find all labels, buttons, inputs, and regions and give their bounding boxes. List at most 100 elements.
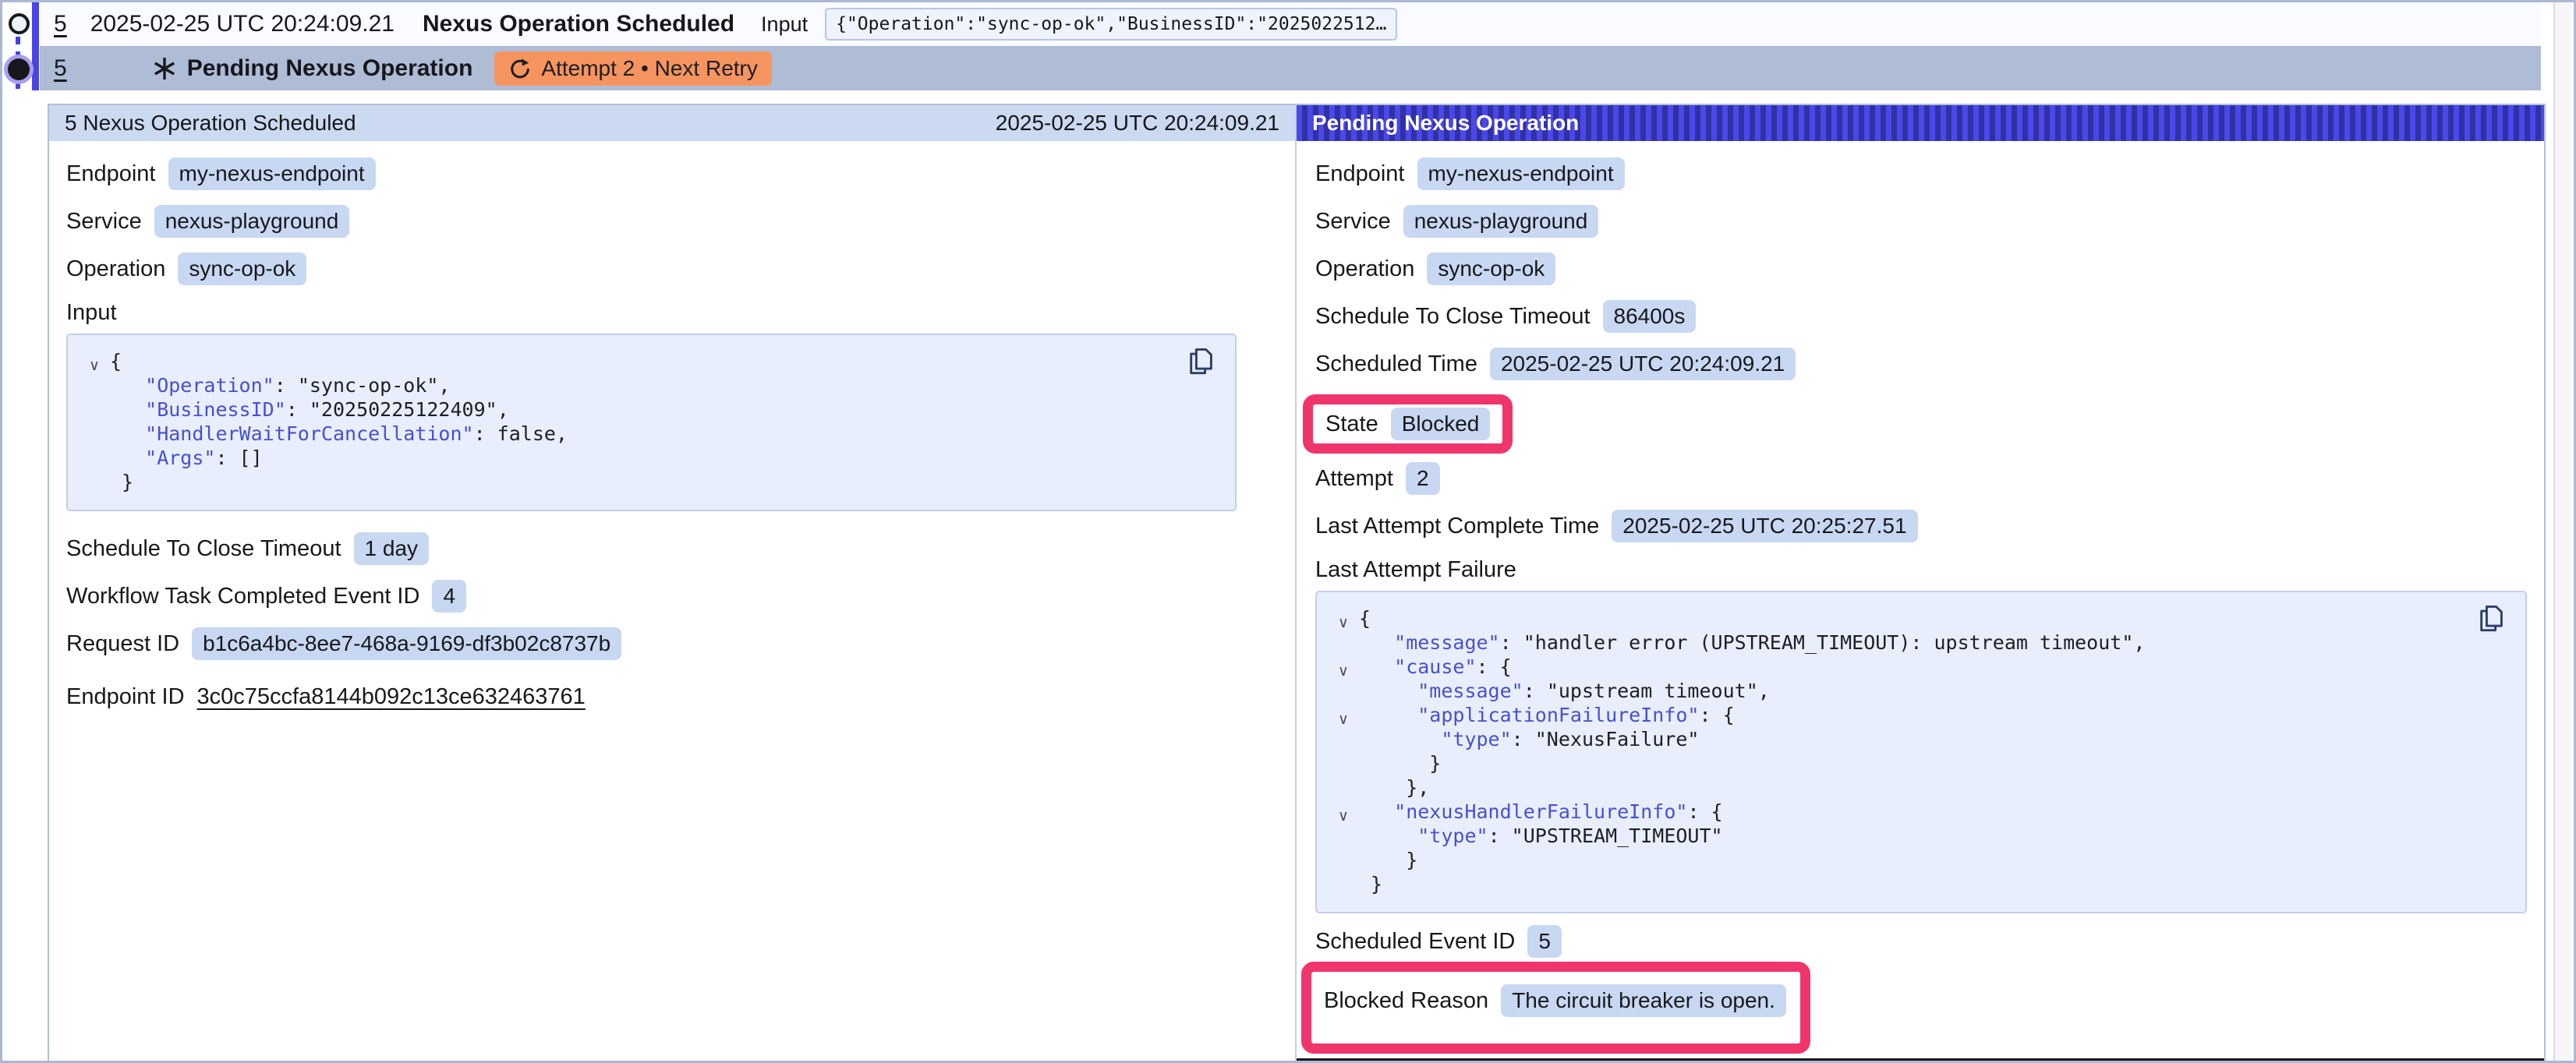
field-value-badge: nexus-playground	[1403, 205, 1599, 238]
pending-operation-panel: Pending Nexus Operation Endpointmy-nexus…	[1297, 105, 2544, 1063]
field-value-badge: nexus-playground	[154, 205, 350, 238]
field-label: Attempt	[1315, 466, 1393, 492]
input-section-label: Input	[66, 299, 1237, 326]
field-row: Workflow Task Completed Event ID 4	[66, 579, 1237, 613]
collapse-chevron-icon[interactable]: ∨	[1328, 708, 1359, 732]
field-value-badge: 1 day	[354, 532, 430, 565]
field-label: Endpoint	[1315, 161, 1405, 187]
field-label: Endpoint	[66, 161, 156, 187]
code-line: }	[79, 470, 1219, 494]
code-gutter	[79, 378, 110, 402]
scheduled-event-id-badge: 5	[1527, 925, 1562, 958]
code-line: "Operation": "sync-op-ok",	[79, 373, 1219, 397]
collapse-chevron-icon[interactable]: ∨	[1328, 611, 1359, 635]
field-value-badge: 2	[1406, 462, 1440, 495]
code-gutter	[1328, 780, 1359, 804]
code-line: "type": "UPSTREAM_TIMEOUT"	[1328, 824, 2510, 848]
field-row: Schedule To Close Timeout 86400s	[1315, 299, 2527, 334]
field-value-badge: sync-op-ok	[1427, 253, 1555, 285]
blocked-reason-row: Blocked Reason The circuit breaker is op…	[1315, 962, 2527, 1054]
code-line: ∨{	[1328, 606, 2510, 630]
field-label: Workflow Task Completed Event ID	[66, 584, 419, 609]
code-gutter	[79, 426, 110, 450]
selected-event-accent-bar	[32, 2, 39, 90]
field-label: Operation	[1315, 256, 1414, 282]
state-value-badge: Blocked	[1391, 408, 1491, 440]
code-gutter	[1328, 635, 1359, 659]
retry-attempt-badge: Attempt 2 • Next Retry	[494, 51, 771, 86]
event-input-preview-chip: {"Operation":"sync-op-ok","BusinessID":"…	[825, 8, 1397, 41]
timeline-open-circle-icon	[9, 13, 30, 34]
field-label: Service	[1315, 209, 1391, 235]
retry-icon	[508, 57, 532, 80]
state-field-row: State Blocked	[1315, 394, 2527, 454]
blocked-reason-highlight-annotation: Blocked Reason The circuit breaker is op…	[1301, 962, 1810, 1054]
scheduled-panel-title: 5 Nexus Operation Scheduled	[65, 111, 356, 136]
field-row: Request IDb1c6a4bc-8ee7-468a-9169-df3b02…	[66, 627, 1237, 661]
field-label: Request ID	[66, 631, 179, 657]
code-gutter	[1328, 732, 1359, 756]
failure-json-viewer: ∨{"message": "handler error (UPSTREAM_TI…	[1315, 591, 2527, 913]
scheduled-event-panel: 5 Nexus Operation Scheduled 2025-02-25 U…	[49, 105, 1297, 1063]
field-value-link[interactable]: 3c0c75ccfa8144b092c13ce632463761	[197, 684, 586, 710]
field-value-badge: 86400s	[1603, 300, 1697, 333]
scheduled-event-panel-header: 5 Nexus Operation Scheduled 2025-02-25 U…	[49, 105, 1295, 141]
code-gutter	[79, 450, 110, 475]
code-line: }	[1328, 848, 2510, 872]
field-label: Last Attempt Complete Time	[1315, 514, 1599, 539]
event-row-pending-nexus-operation[interactable]: 5 Pending Nexus Operation Attempt 2 • Ne…	[40, 46, 2541, 90]
field-row: Last Attempt Complete Time 2025-02-25 UTC…	[1315, 509, 2527, 543]
field-value-badge: my-nexus-endpoint	[168, 157, 376, 190]
field-value-badge: my-nexus-endpoint	[1417, 157, 1625, 190]
collapse-chevron-icon[interactable]: ∨	[79, 354, 110, 378]
code-line: ∨"nexusHandlerFailureInfo": {	[1328, 800, 2510, 824]
field-label: Schedule To Close Timeout	[1315, 304, 1591, 330]
code-line: }	[1328, 751, 2510, 775]
event-details-container: 5 Nexus Operation Scheduled 2025-02-25 U…	[48, 104, 2546, 1063]
field-row: Schedule To Close Timeout 1 day	[66, 532, 1237, 566]
code-line: ∨{	[79, 349, 1219, 373]
scheduled-event-id-label: Scheduled Event ID	[1315, 929, 1515, 955]
field-value-badge: 2025-02-25 UTC 20:24:09.21	[1490, 348, 1796, 380]
field-row: Endpoint ID 3c0c75ccfa8144b092c13ce632463…	[66, 680, 1237, 714]
blocked-reason-label: Blocked Reason	[1324, 988, 1488, 1014]
field-label: Operation	[66, 256, 165, 282]
collapse-chevron-icon[interactable]: ∨	[1328, 804, 1359, 828]
field-label: Endpoint ID	[66, 684, 185, 710]
last-attempt-failure-label: Last Attempt Failure	[1315, 556, 2527, 583]
scheduled-event-id-row: Scheduled Event ID 5	[1315, 924, 2527, 959]
input-json-viewer: ∨{"Operation": "sync-op-ok","BusinessID"…	[66, 334, 1237, 511]
code-gutter	[1328, 853, 1359, 877]
timeline-filled-circle-icon	[8, 58, 30, 80]
field-label: Service	[66, 209, 142, 235]
field-value-badge: 4	[432, 580, 466, 613]
code-line: }	[1328, 872, 2510, 896]
field-value-badge: sync-op-ok	[178, 253, 306, 285]
retry-badge-label: Attempt 2 • Next Retry	[541, 56, 757, 81]
collapse-chevron-icon[interactable]: ∨	[1328, 659, 1359, 683]
field-row: Endpoint my-nexus-endpoint	[1315, 157, 2527, 191]
copy-icon[interactable]	[2477, 603, 2505, 633]
field-label: Schedule To Close Timeout	[66, 536, 341, 562]
event-row-nexus-operation-scheduled[interactable]: 5 2025-02-25 UTC 20:24:09.21 Nexus Opera…	[40, 2, 2541, 46]
code-gutter	[79, 475, 110, 499]
field-row: Scheduled Time2025-02-25 UTC 20:24:09.21	[1315, 347, 2527, 381]
code-line: },	[1328, 775, 2510, 800]
field-row: Service nexus-playground	[1315, 204, 2527, 238]
field-row: Attempt 2	[1315, 461, 2527, 496]
code-gutter	[1328, 877, 1359, 901]
event-id-link[interactable]: 5	[54, 11, 67, 37]
copy-icon[interactable]	[1187, 346, 1215, 376]
code-line: ∨"applicationFailureInfo": {	[1328, 703, 2510, 727]
blocked-reason-value-badge: The circuit breaker is open.	[1501, 984, 1786, 1017]
event-timestamp: 2025-02-25 UTC 20:24:09.21	[90, 11, 395, 37]
scrollbar-track[interactable]	[2553, 2, 2572, 1061]
code-line: "HandlerWaitForCancellation": false,	[79, 422, 1219, 446]
details-bottom-border	[1297, 1058, 2544, 1061]
field-row: Endpoint my-nexus-endpoint	[66, 157, 1237, 191]
event-title: Nexus Operation Scheduled	[423, 11, 734, 37]
pending-event-id-link[interactable]: 5	[54, 55, 67, 82]
code-line: "BusinessID": "20250225122409",	[79, 397, 1219, 422]
code-line: "type": "NexusFailure"	[1328, 727, 2510, 751]
field-value-badge: 2025-02-25 UTC 20:25:27.51	[1612, 510, 1917, 542]
